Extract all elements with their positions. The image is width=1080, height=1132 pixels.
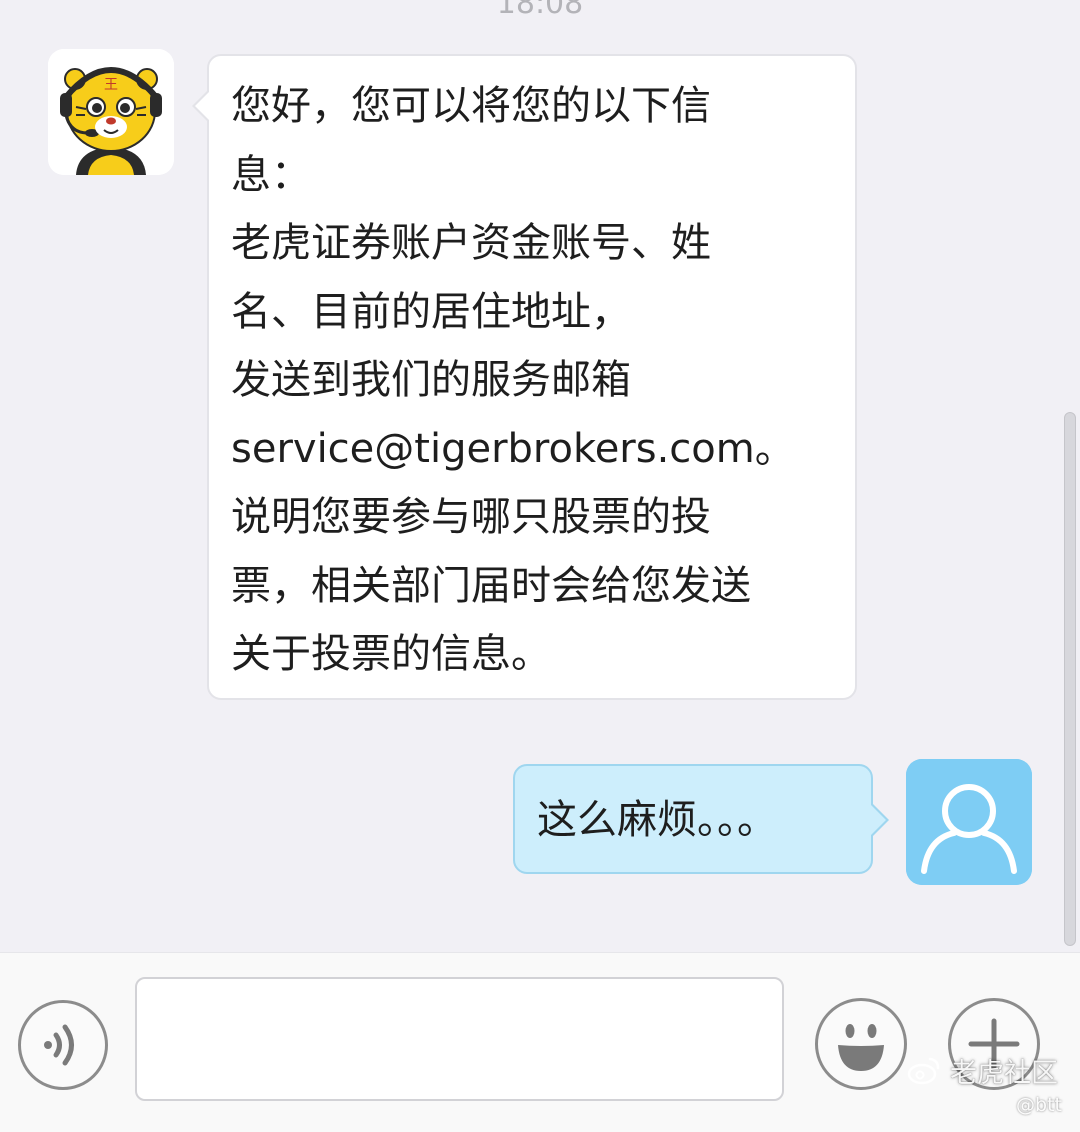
message-line-email: service@tigerbrokers.com。 — [231, 425, 795, 472]
emoji-button[interactable] — [815, 998, 907, 1090]
message-line: 您好，您可以将您的以下信 — [231, 83, 711, 129]
chat-scrollbar[interactable] — [1064, 412, 1076, 946]
voice-icon — [44, 1024, 74, 1066]
agent-avatar[interactable]: 王 — [48, 49, 174, 175]
message-line: 老虎证券账户资金账号、姓 — [231, 220, 711, 266]
emoji-icon — [838, 1024, 884, 1071]
default-user-icon — [906, 759, 1032, 885]
tiger-mascot-icon: 王 — [48, 49, 174, 175]
watermark-handle: @btt — [1016, 1094, 1062, 1116]
watermark-brand: 老虎社区 — [950, 1057, 1058, 1089]
message-line: 说明您要参与哪只股票的投 — [231, 494, 711, 540]
user-avatar[interactable] — [906, 759, 1032, 885]
watermark: 老虎社区 — [906, 1048, 1058, 1092]
message-line: 名、目前的居住地址， — [231, 288, 631, 335]
message-line: 息： — [231, 151, 311, 198]
message-line: 票，相关部门届时会给您发送 — [231, 562, 751, 609]
user-message-bubble[interactable]: 这么麻烦。。。 — [513, 764, 889, 874]
message-line: 关于投票的信息。 — [231, 631, 551, 677]
message-timestamp: 18:08 — [496, 0, 584, 21]
weibo-logo-icon — [907, 1057, 940, 1085]
svg-text:王: 王 — [104, 77, 118, 93]
agent-message-bubble[interactable]: 您好，您可以将您的以下信 息： 老虎证券账户资金账号、姓 名、目前的居住地址， … — [192, 54, 857, 700]
user-message-text: 这么麻烦。。。 — [537, 797, 777, 843]
message-input[interactable] — [135, 977, 784, 1101]
voice-button[interactable] — [18, 1000, 108, 1090]
message-line: 发送到我们的服务邮箱 — [231, 357, 631, 403]
